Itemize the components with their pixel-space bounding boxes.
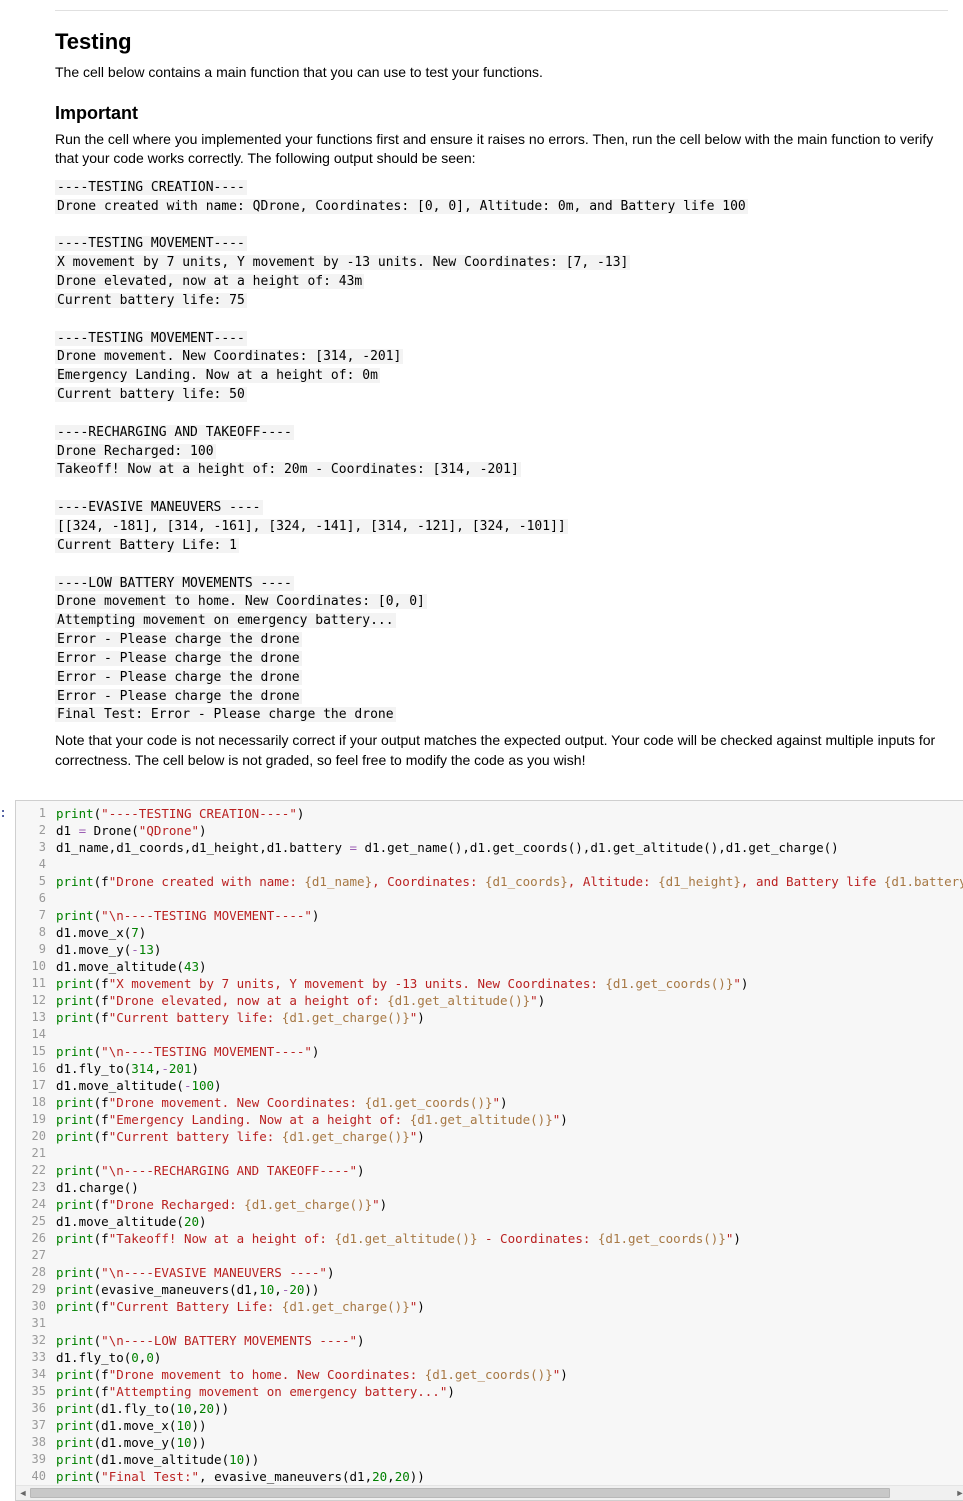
code-line[interactable]: print("\n----TESTING MOVEMENT----") [56, 1043, 963, 1060]
expected-output-block: ----TESTING CREATION---- Drone created w… [55, 179, 948, 725]
horizontal-scrollbar[interactable]: ◄ ► [16, 1485, 963, 1500]
code-cell: In [ ]: 12345678910111213141516171819202… [0, 800, 963, 1501]
important-intro-text: Run the cell where you implemented your … [55, 130, 948, 169]
code-line[interactable]: d1.move_altitude(20) [56, 1213, 963, 1230]
expected-output-line: Final Test: Error - Please charge the dr… [55, 707, 396, 722]
expected-output-line: ----LOW BATTERY MOVEMENTS ---- [55, 576, 294, 591]
scroll-right-icon[interactable]: ► [953, 1486, 963, 1500]
expected-output-line: Drone elevated, now at a height of: 43m [55, 274, 364, 289]
code-line[interactable]: print(f"Drone movement. New Coordinates:… [56, 1094, 963, 1111]
code-line[interactable]: print(f"Takeoff! Now at a height of: {d1… [56, 1230, 963, 1247]
code-line[interactable]: d1.fly_to(314,-201) [56, 1060, 963, 1077]
separator [55, 10, 948, 11]
code-line[interactable]: d1 = Drone("QDrone") [56, 822, 963, 839]
code-line[interactable]: print(f"Emergency Landing. Now at a heig… [56, 1111, 963, 1128]
expected-output-line: Drone movement to home. New Coordinates:… [55, 594, 427, 609]
expected-output-line: Current Battery Life: 1 [55, 538, 239, 553]
code-line[interactable]: print("\n----TESTING MOVEMENT----") [56, 907, 963, 924]
cell-prompt: In [ ]: [0, 800, 15, 1501]
expected-output-line: X movement by 7 units, Y movement by -13… [55, 255, 630, 270]
expected-output-line: Drone movement. New Coordinates: [314, -… [55, 349, 403, 364]
expected-output-line: Takeoff! Now at a height of: 20m - Coord… [55, 462, 521, 477]
code-line[interactable]: print(f"Current battery life: {d1.get_ch… [56, 1009, 963, 1026]
code-line[interactable] [56, 1247, 963, 1264]
code-line[interactable]: print("----TESTING CREATION----") [56, 805, 963, 822]
code-line[interactable]: print(f"Current battery life: {d1.get_ch… [56, 1128, 963, 1145]
code-line[interactable]: print(d1.move_altitude(10)) [56, 1451, 963, 1468]
code-line[interactable] [56, 1145, 963, 1162]
expected-output-line: Drone Recharged: 100 [55, 444, 216, 459]
code-line[interactable]: print("\n----RECHARGING AND TAKEOFF----"… [56, 1162, 963, 1179]
scroll-left-icon[interactable]: ◄ [16, 1486, 30, 1500]
expected-output-line: [[324, -181], [314, -161], [324, -141], … [55, 519, 568, 534]
code-line[interactable]: print(f"Attempting movement on emergency… [56, 1383, 963, 1400]
code-line[interactable]: d1.charge() [56, 1179, 963, 1196]
expected-output-line: Attempting movement on emergency battery… [55, 613, 396, 628]
note-text: Note that your code is not necessarily c… [55, 731, 948, 770]
code-line[interactable]: d1.move_x(7) [56, 924, 963, 941]
code-line[interactable]: print(f"X movement by 7 units, Y movemen… [56, 975, 963, 992]
expected-output-line: ----EVASIVE MANEUVERS ---- [55, 500, 263, 515]
expected-output-line: Error - Please charge the drone [55, 689, 302, 704]
expected-output-line: Error - Please charge the drone [55, 651, 302, 666]
expected-output-line: Current battery life: 50 [55, 387, 247, 402]
expected-output-line: Error - Please charge the drone [55, 632, 302, 647]
code-line[interactable] [56, 1315, 963, 1332]
code-line[interactable]: print(evasive_maneuvers(d1,10,-20)) [56, 1281, 963, 1298]
expected-output-line: ----TESTING MOVEMENT---- [55, 331, 247, 346]
scrollbar-track[interactable] [30, 1486, 953, 1500]
code-line[interactable]: print(f"Drone elevated, now at a height … [56, 992, 963, 1009]
code-gutter: 1234567891011121314151617181920212223242… [16, 801, 50, 1486]
code-line[interactable]: d1.move_altitude(43) [56, 958, 963, 975]
code-line[interactable]: print(f"Drone movement to home. New Coor… [56, 1366, 963, 1383]
code-line[interactable] [56, 1026, 963, 1043]
code-line[interactable]: d1.move_y(-13) [56, 941, 963, 958]
important-heading: Important [55, 103, 948, 124]
code-line[interactable]: print(f"Drone created with name: {d1_nam… [56, 873, 963, 890]
expected-output-line: ----TESTING CREATION---- [55, 180, 247, 195]
code-lines[interactable]: print("----TESTING CREATION----")d1 = Dr… [50, 801, 963, 1485]
expected-output-line: ----RECHARGING AND TAKEOFF---- [55, 425, 294, 440]
scrollbar-thumb[interactable] [30, 1488, 890, 1498]
expected-output-line: ----TESTING MOVEMENT---- [55, 236, 247, 251]
code-line[interactable]: print("Final Test:", evasive_maneuvers(d… [56, 1468, 963, 1485]
expected-output-line: Drone created with name: QDrone, Coordin… [55, 199, 748, 214]
code-line[interactable] [56, 890, 963, 907]
code-line[interactable]: print(f"Current Battery Life: {d1.get_ch… [56, 1298, 963, 1315]
code-input-area[interactable]: 1234567891011121314151617181920212223242… [15, 800, 963, 1501]
expected-output-line: Emergency Landing. Now at a height of: 0… [55, 368, 380, 383]
code-line[interactable]: d1.move_altitude(-100) [56, 1077, 963, 1094]
code-line[interactable]: d1_name,d1_coords,d1_height,d1.battery =… [56, 839, 963, 856]
code-line[interactable]: d1.fly_to(0,0) [56, 1349, 963, 1366]
code-line[interactable] [56, 856, 963, 873]
code-line[interactable]: print(d1.fly_to(10,20)) [56, 1400, 963, 1417]
code-line[interactable]: print(d1.move_y(10)) [56, 1434, 963, 1451]
testing-heading: Testing [55, 29, 948, 55]
code-line[interactable]: print("\n----LOW BATTERY MOVEMENTS ----"… [56, 1332, 963, 1349]
code-line[interactable]: print(f"Drone Recharged: {d1.get_charge(… [56, 1196, 963, 1213]
expected-output-line: Error - Please charge the drone [55, 670, 302, 685]
code-line[interactable]: print(d1.move_x(10)) [56, 1417, 963, 1434]
expected-output-line: Current battery life: 75 [55, 293, 247, 308]
code-line[interactable]: print("\n----EVASIVE MANEUVERS ----") [56, 1264, 963, 1281]
testing-intro-text: The cell below contains a main function … [55, 63, 948, 83]
